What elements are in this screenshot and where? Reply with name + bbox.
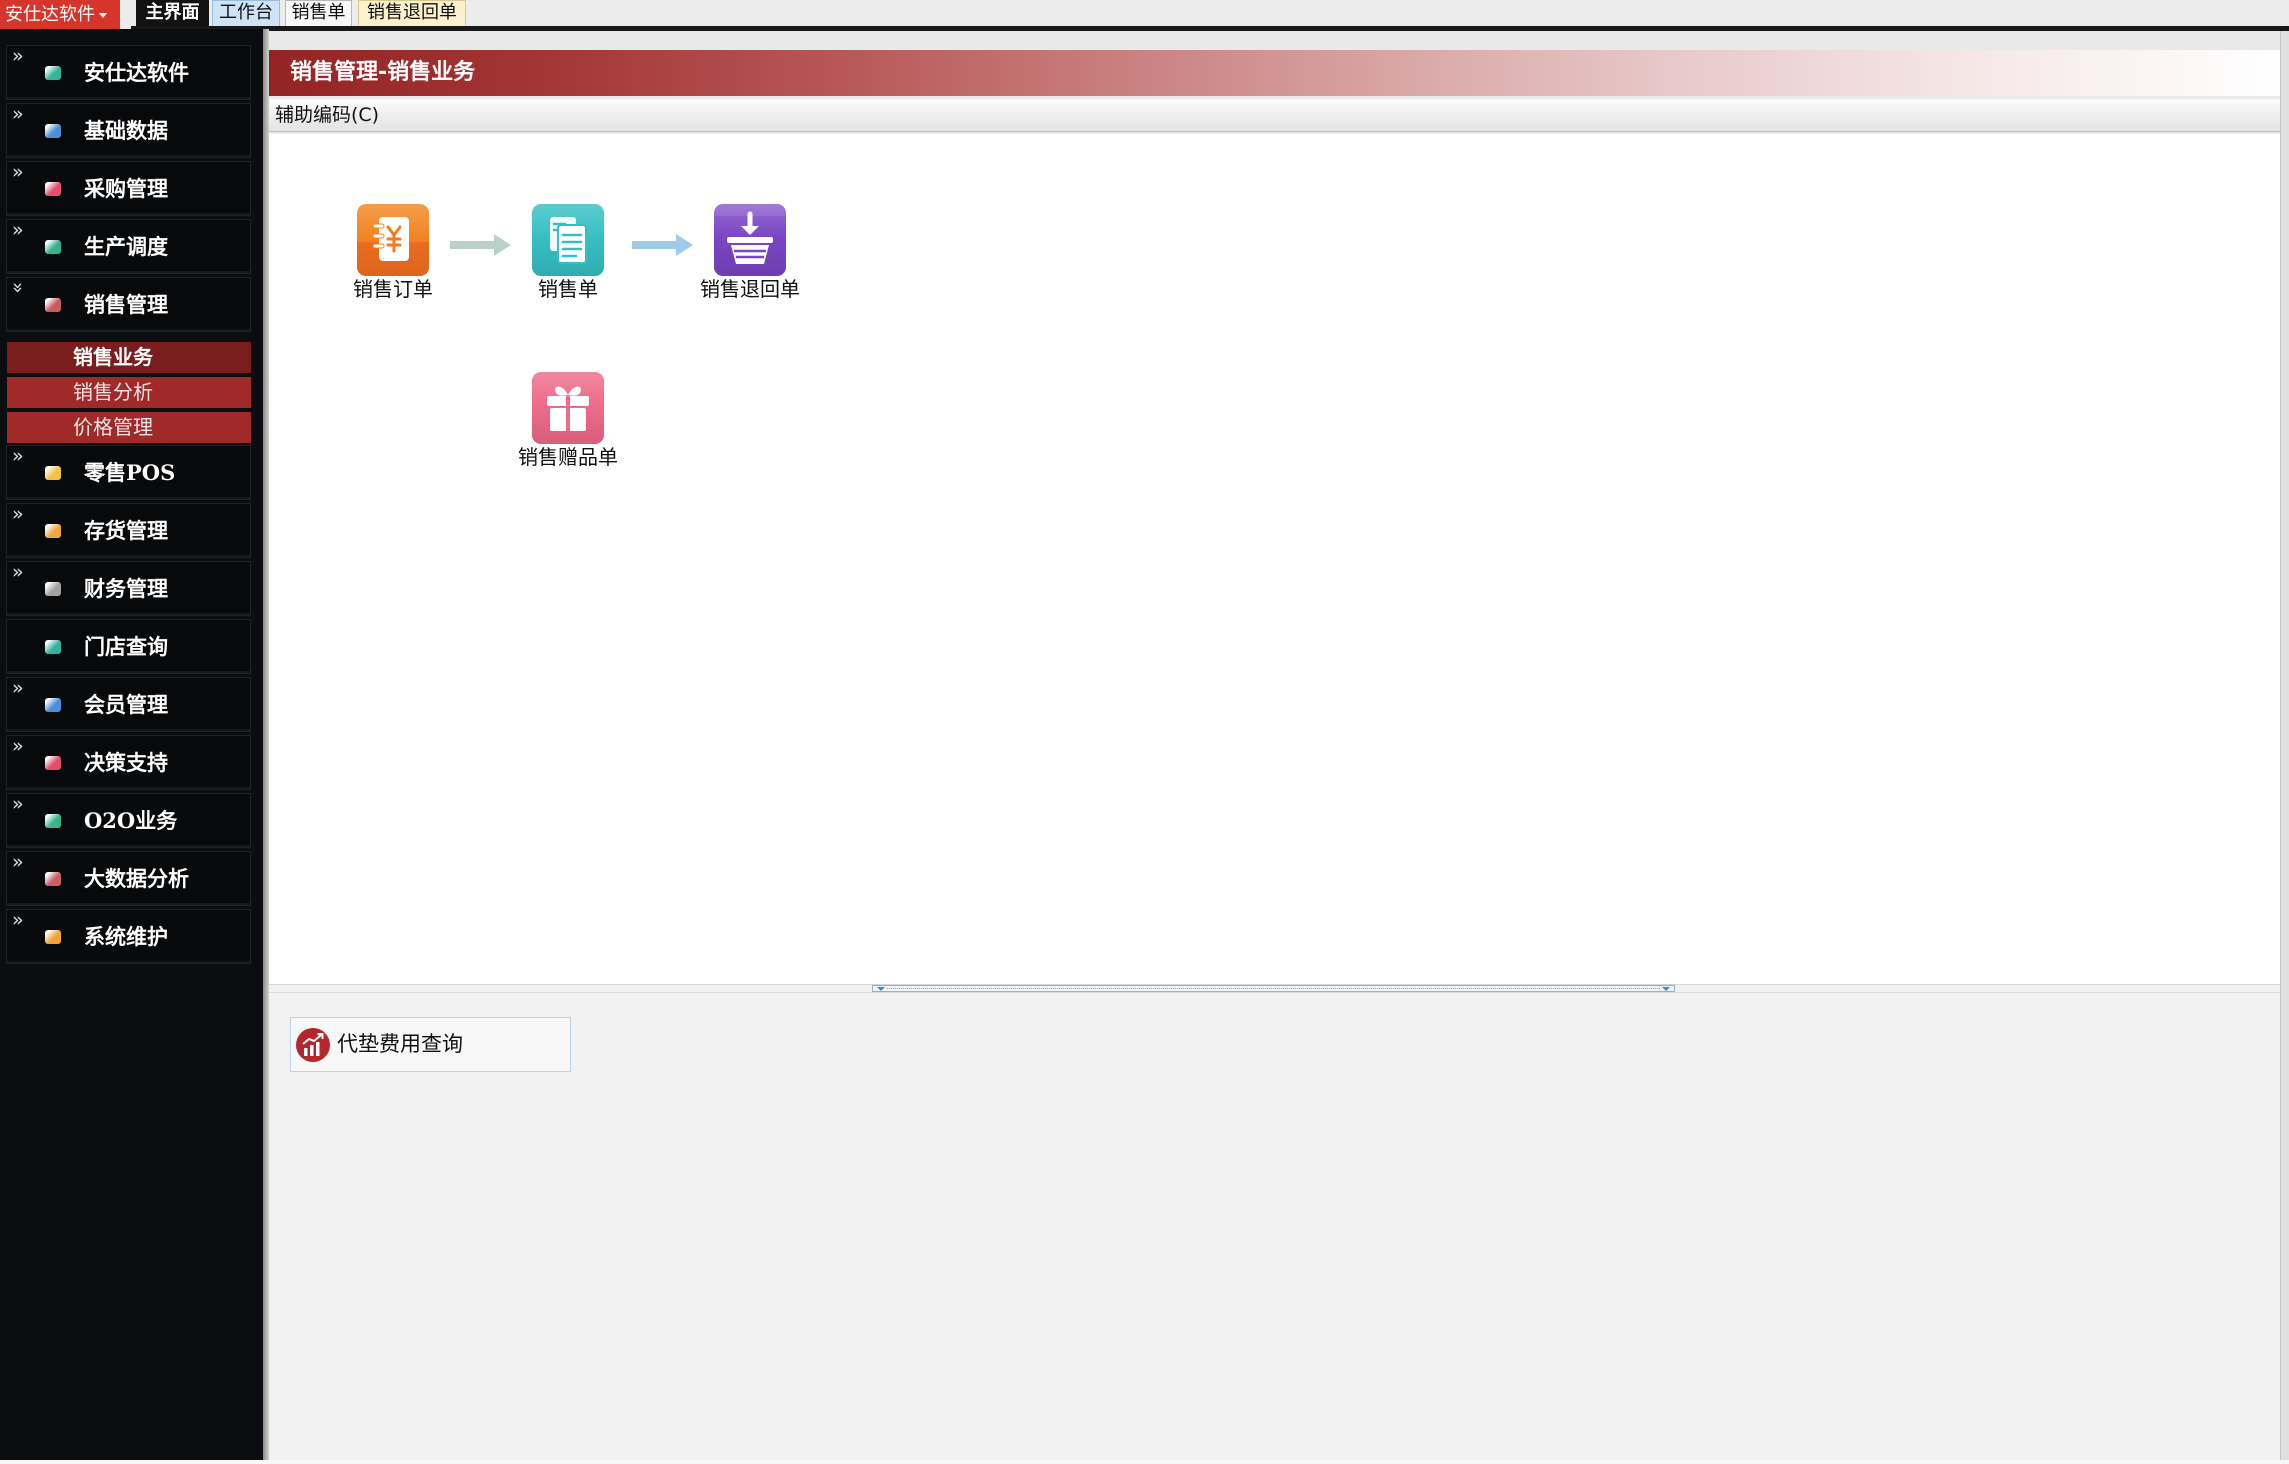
- module-icon: [45, 756, 61, 770]
- collapse-arrow-icon[interactable]: [877, 987, 885, 991]
- chevron-double-right-icon: [12, 795, 28, 811]
- module-icon: [45, 640, 61, 654]
- sidebar-item-label: 会员管理: [84, 692, 168, 717]
- aux-code-button[interactable]: 辅助编码(C): [275, 99, 379, 131]
- toolbar: 辅助编码(C): [269, 99, 2280, 132]
- module-icon: [45, 930, 61, 944]
- sidebar-item-label: O2O业务: [84, 808, 178, 833]
- submenu-item-price-management[interactable]: 价格管理: [7, 412, 251, 443]
- sales-return-basket-icon: [714, 204, 786, 276]
- flow-node-sales-order[interactable]: 销售订单: [323, 204, 463, 301]
- chevron-double-right-icon: [12, 853, 28, 869]
- submenu-item-sales-business[interactable]: 销售业务: [7, 342, 251, 373]
- module-icon: [45, 872, 61, 886]
- flow-node-label: 销售赠品单: [518, 445, 618, 469]
- splitter-grip: [887, 988, 1660, 989]
- sidebar-item-label: 财务管理: [84, 576, 168, 601]
- sales-submenu: 销售业务 销售分析 价格管理: [0, 342, 263, 445]
- chevron-double-right-icon: [12, 563, 28, 579]
- sidebar-item-membership[interactable]: 会员管理: [6, 677, 251, 732]
- quick-query-panel: 代垫费用查询: [269, 993, 2280, 1460]
- tab-main[interactable]: 主界面: [136, 0, 209, 26]
- module-icon: [45, 124, 61, 138]
- module-icon: [45, 240, 61, 254]
- sidebar-item-decision-support[interactable]: 决策支持: [6, 735, 251, 790]
- sales-order-icon: [357, 204, 429, 276]
- sidebar-item-o2o[interactable]: O2O业务: [6, 793, 251, 848]
- sidebar-item-label: 生产调度: [84, 234, 168, 259]
- chart-icon: [295, 1027, 331, 1063]
- sidebar-item-basic-data[interactable]: 基础数据: [6, 103, 251, 158]
- flow-node-label: 销售退回单: [700, 277, 800, 301]
- page-header: 销售管理-销售业务: [269, 50, 2280, 96]
- flow-node-label: 销售订单: [353, 277, 433, 301]
- flow-node-sales-return[interactable]: 销售退回单: [680, 204, 820, 301]
- sidebar-item-store-query[interactable]: 门店查询: [6, 619, 251, 674]
- flow-node-sales-gift[interactable]: 销售赠品单: [498, 372, 638, 469]
- sidebar-item-label: 基础数据: [84, 118, 168, 143]
- sidebar-item-retail-pos[interactable]: 零售POS: [6, 445, 251, 500]
- main-panel: 销售管理-销售业务 辅助编码(C) 销售订单 销售单 销售退回单 销售赠品单 代…: [269, 31, 2280, 1460]
- chevron-double-right-icon: [12, 737, 28, 753]
- module-icon: [45, 298, 61, 312]
- sidebar-item-finance[interactable]: 财务管理: [6, 561, 251, 616]
- advance-fee-query-label: 代垫费用查询: [337, 1032, 463, 1056]
- module-icon: [45, 582, 61, 596]
- advance-fee-query-button[interactable]: 代垫费用查询: [290, 1017, 571, 1072]
- chevron-double-right-icon: [12, 221, 28, 237]
- tab-sales-return[interactable]: 销售退回单: [358, 0, 466, 26]
- chevron-double-right-icon: [12, 47, 28, 63]
- sidebar-item-label: 决策支持: [84, 750, 168, 775]
- sidebar-item-label: 采购管理: [84, 176, 168, 201]
- panel-splitter[interactable]: [872, 985, 1675, 992]
- module-icon: [45, 466, 61, 480]
- module-icon: [45, 66, 61, 80]
- sidebar-item-label: 安仕达软件: [84, 60, 189, 85]
- splitter-zone: [269, 984, 2280, 993]
- flow-node-label: 销售单: [538, 277, 598, 301]
- brand-menu-button[interactable]: 安仕达软件: [0, 0, 120, 29]
- module-icon: [45, 814, 61, 828]
- page-title: 销售管理-销售业务: [290, 60, 476, 85]
- chevron-double-right-icon: [12, 105, 28, 121]
- sidebar-item-label: 零售POS: [84, 460, 176, 485]
- chevron-double-right-icon: [12, 679, 28, 695]
- sidebar-item-sales-management[interactable]: 销售管理: [6, 277, 251, 332]
- sidebar-item-label: 系统维护: [84, 924, 168, 949]
- sidebar: 安仕达软件 基础数据 采购管理 生产调度 销售管理 销售业务 销售分析 价格管理…: [0, 29, 263, 1460]
- sidebar-item-system-maintenance[interactable]: 系统维护: [6, 909, 251, 964]
- collapse-arrow-icon[interactable]: [1662, 987, 1670, 991]
- chevron-double-right-icon: [12, 911, 28, 927]
- sidebar-item-production-scheduling[interactable]: 生产调度: [6, 219, 251, 274]
- top-bar: 安仕达软件 主界面 工作台 销售单 销售退回单: [0, 0, 2289, 31]
- brand-menu-label: 安仕达软件: [5, 4, 95, 25]
- vertical-scrollbar[interactable]: [2280, 31, 2289, 1460]
- sidebar-item-big-data-analysis[interactable]: 大数据分析: [6, 851, 251, 906]
- flow-node-sales-invoice[interactable]: 销售单: [498, 204, 638, 301]
- module-icon: [45, 698, 61, 712]
- caret-down-icon: [99, 12, 107, 18]
- tab-workbench[interactable]: 工作台: [212, 0, 280, 26]
- sidebar-item-label: 门店查询: [84, 634, 168, 659]
- module-icon: [45, 182, 61, 196]
- sidebar-item-anshida-software[interactable]: 安仕达软件: [6, 45, 251, 100]
- chevron-double-down-icon: [11, 282, 27, 298]
- sidebar-item-purchasing[interactable]: 采购管理: [6, 161, 251, 216]
- submenu-item-sales-analysis[interactable]: 销售分析: [7, 377, 251, 408]
- sidebar-item-label: 存货管理: [84, 518, 168, 543]
- sidebar-item-inventory[interactable]: 存货管理: [6, 503, 251, 558]
- gift-icon: [532, 372, 604, 444]
- chevron-double-right-icon: [12, 447, 28, 463]
- business-flow-canvas: 销售订单 销售单 销售退回单 销售赠品单: [269, 134, 2280, 984]
- sidebar-item-label: 销售管理: [84, 292, 168, 317]
- chevron-double-right-icon: [12, 505, 28, 521]
- sales-document-icon: [532, 204, 604, 276]
- sidebar-item-label: 大数据分析: [84, 866, 189, 891]
- tab-sales-invoice[interactable]: 销售单: [285, 0, 352, 26]
- chevron-double-right-icon: [12, 163, 28, 179]
- module-icon: [45, 524, 61, 538]
